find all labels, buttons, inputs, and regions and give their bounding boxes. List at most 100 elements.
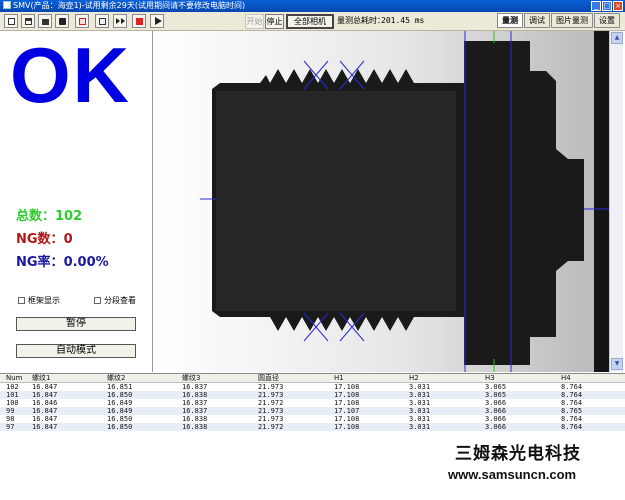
- table-cell: 8.764: [561, 415, 583, 423]
- tab-image-measure[interactable]: 图片量测: [551, 13, 593, 28]
- window-controls: _ □ ×: [591, 1, 623, 11]
- checkbox-box: [18, 297, 25, 304]
- measurement-image: [154, 31, 609, 372]
- all-cameras-button[interactable]: 全部相机: [286, 14, 334, 29]
- table-cell: 3.066: [485, 423, 507, 431]
- table-cell: 8.765: [561, 407, 583, 415]
- table-cell: 21.973: [258, 407, 284, 415]
- table-header: Num 螺纹1 螺纹2 螺纹3 圆直径 H1 H2 H3 H4: [0, 374, 625, 383]
- video-icon[interactable]: [95, 14, 109, 28]
- tab-debug[interactable]: 调试: [524, 13, 550, 28]
- start-button[interactable]: 开始: [245, 14, 264, 29]
- scroll-up-icon[interactable]: ▲: [611, 32, 623, 44]
- table-cell: 16.837: [182, 383, 208, 391]
- table-cell: 3.031: [409, 391, 431, 399]
- result-panel: OK 总数：102 NG数：0 NG率：0.00% 框架显示 分段查看 暂停 自…: [0, 31, 153, 372]
- table-cell: 17.108: [334, 423, 360, 431]
- table-row[interactable]: 100 16.846 16.849 16.837 21.972 17.108 3…: [0, 399, 625, 407]
- table-cell: 16.838: [182, 423, 208, 431]
- fast-forward-icon[interactable]: [113, 14, 127, 28]
- rate-label: NG率：: [16, 255, 64, 270]
- table-cell: 16.851: [107, 383, 133, 391]
- table-row[interactable]: 98 16.847 16.850 16.838 21.973 17.108 3.…: [0, 415, 625, 423]
- window-titlebar: SMV(产品：海壶1)-试用剩余29天(试用期间请不要修改电脑时间) _ □ ×: [0, 0, 625, 12]
- table-row[interactable]: 101 16.847 16.850 16.838 21.973 17.108 3…: [0, 391, 625, 399]
- folder-icon[interactable]: [38, 14, 52, 28]
- scroll-down-icon[interactable]: ▼: [611, 358, 623, 370]
- table-row[interactable]: 99 16.847 16.849 16.837 21.973 17.107 3.…: [0, 407, 625, 415]
- table-cell: 17.108: [334, 415, 360, 423]
- table-cell: 8.764: [561, 423, 583, 431]
- table-cell: 16.846: [32, 399, 58, 407]
- table-cell: 16.847: [32, 391, 58, 399]
- table-cell: 16.849: [107, 407, 133, 415]
- table-cell: 8.764: [561, 391, 583, 399]
- maximize-button[interactable]: □: [602, 1, 612, 11]
- table-cell: 21.972: [258, 399, 284, 407]
- frame-display-checkbox[interactable]: 框架显示: [18, 296, 60, 306]
- table-cell: 16.849: [107, 399, 133, 407]
- table-cell: 3.066: [485, 399, 507, 407]
- tab-settings[interactable]: 设置: [594, 13, 620, 28]
- column-header: 螺纹1: [32, 374, 51, 382]
- frame-display-label: 框架显示: [28, 296, 60, 305]
- image-icon[interactable]: [75, 14, 89, 28]
- table-cell: 98: [6, 415, 15, 423]
- result-status: OK: [10, 31, 131, 119]
- ng-label: NG数：: [16, 232, 64, 247]
- open-icon[interactable]: [21, 14, 35, 28]
- table-cell: 3.031: [409, 399, 431, 407]
- stop-button[interactable]: 停止: [265, 14, 284, 29]
- part-body-shade: [216, 91, 456, 311]
- table-cell: 16.837: [182, 407, 208, 415]
- table-cell: 101: [6, 391, 19, 399]
- time-label: 量测总耗时：: [337, 16, 385, 25]
- stop-icon[interactable]: [132, 14, 146, 28]
- column-header: H3: [485, 374, 495, 382]
- ng-rate: NG率：0.00%: [16, 255, 109, 271]
- table-cell: 16.850: [107, 415, 133, 423]
- toolbar: 开始 停止 全部相机 量测总耗时： 201.45 ms 量测 调试 图片量测 设…: [0, 12, 625, 31]
- minimize-button[interactable]: _: [591, 1, 601, 11]
- table-cell: 21.973: [258, 383, 284, 391]
- table-cell: 16.847: [32, 407, 58, 415]
- total-label: 总数：: [16, 209, 56, 224]
- new-icon[interactable]: [4, 14, 18, 28]
- results-table: Num 螺纹1 螺纹2 螺纹3 圆直径 H1 H2 H3 H4 102 16.8…: [0, 373, 625, 438]
- table-cell: 8.764: [561, 399, 583, 407]
- step-view-checkbox[interactable]: 分段查看: [94, 296, 136, 306]
- table-cell: 3.031: [409, 415, 431, 423]
- play-icon[interactable]: [150, 14, 164, 28]
- table-cell: 99: [6, 407, 15, 415]
- tab-measure[interactable]: 量测: [497, 13, 523, 28]
- app-icon: [3, 1, 11, 9]
- ng-value: 0: [63, 232, 73, 247]
- table-cell: 21.973: [258, 415, 284, 423]
- table-cell: 100: [6, 399, 19, 407]
- table-cell: 16.837: [182, 399, 208, 407]
- column-header: 螺纹2: [107, 374, 126, 382]
- table-row[interactable]: 97 16.847 16.850 16.838 21.972 17.108 3.…: [0, 423, 625, 431]
- ng-count: NG数：0: [16, 232, 73, 248]
- camera-icon[interactable]: [55, 14, 69, 28]
- table-cell: 16.847: [32, 415, 58, 423]
- table-cell: 17.108: [334, 391, 360, 399]
- close-button[interactable]: ×: [613, 1, 623, 11]
- table-row[interactable]: 102 16.847 16.851 16.837 21.973 17.108 3…: [0, 383, 625, 391]
- watermark-company: 三姆森光电科技: [455, 444, 581, 464]
- camera-image-view[interactable]: [154, 31, 609, 372]
- column-header: Num: [6, 374, 23, 382]
- auto-mode-button[interactable]: 自动模式: [16, 344, 136, 358]
- table-cell: 97: [6, 423, 15, 431]
- table-cell: 17.107: [334, 407, 360, 415]
- watermark-url: www.samsuncn.com: [448, 467, 577, 482]
- table-cell: 3.065: [485, 383, 507, 391]
- table-cell: 3.066: [485, 415, 507, 423]
- table-cell: 21.973: [258, 391, 284, 399]
- table-cell: 17.108: [334, 383, 360, 391]
- viewer-scrollbar[interactable]: ▲ ▼: [609, 31, 623, 372]
- pause-button[interactable]: 暂停: [16, 317, 136, 331]
- total-value: 102: [55, 209, 83, 224]
- table-cell: 21.972: [258, 423, 284, 431]
- column-header: 螺纹3: [182, 374, 201, 382]
